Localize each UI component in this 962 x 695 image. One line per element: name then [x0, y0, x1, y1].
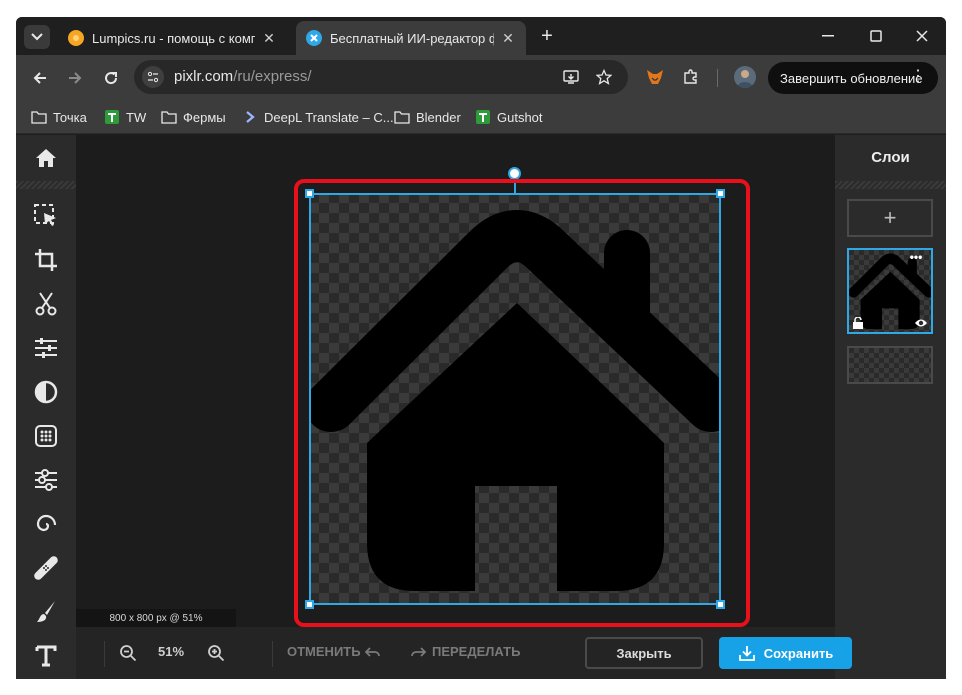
tab-search-button[interactable]: [24, 25, 50, 49]
zoom-out-icon[interactable]: [118, 643, 138, 663]
deepl-icon: [242, 109, 258, 125]
eye-icon[interactable]: [914, 317, 928, 329]
finish-update-label: Завершить обновление: [780, 70, 923, 86]
zoom-level: 51%: [158, 644, 185, 659]
tab-close-icon[interactable]: ✕: [500, 30, 516, 47]
metamask-fox-icon[interactable]: [645, 67, 665, 87]
layer-item-house[interactable]: •••: [847, 248, 933, 334]
undo-arrow-icon: [364, 646, 380, 657]
finish-update-button[interactable]: Завершить обновление ⋮: [768, 62, 938, 94]
layers-title: Слои: [871, 149, 910, 166]
tab-pixlr[interactable]: Бесплатный ИИ-редактор фото ✕: [296, 21, 526, 55]
brush-icon[interactable]: [31, 597, 61, 627]
url-path: /ru/express/: [233, 68, 312, 85]
folder-icon: [31, 109, 47, 125]
layer-item-empty[interactable]: [847, 346, 933, 384]
text-icon[interactable]: [31, 641, 61, 671]
bottom-bar: 51% ОТМЕНИТЬ ПЕРЕДЕЛАТЬ Закрыть Сохранит…: [76, 627, 852, 679]
bookmark-tw[interactable]: TW: [104, 108, 146, 126]
contrast-icon[interactable]: [31, 377, 61, 407]
bookmarks-bar: Точка TW Фермы DeepL Translate – С... Bl…: [16, 100, 946, 134]
url-host: pixlr.com: [174, 68, 234, 85]
canvas-workspace[interactable]: [76, 135, 895, 627]
chevron-down-icon: [31, 33, 43, 41]
browser-window: Lumpics.ru - помощь с компьютером ✕ Бесп…: [16, 17, 946, 679]
pixlr-editor: 800 x 800 px @ 51% Слои + ••• 51% ОТМЕНИ…: [16, 135, 946, 679]
close-button[interactable]: Закрыть: [585, 637, 703, 669]
crop-icon[interactable]: [31, 245, 61, 275]
effects-icon[interactable]: [31, 465, 61, 495]
url-text: pixlr.com/ru/express/: [174, 68, 312, 85]
bookmark-label: DeepL Translate – С...: [264, 109, 394, 125]
heal-bandage-icon[interactable]: [31, 553, 61, 583]
divider: [104, 641, 105, 667]
undo-button[interactable]: ОТМЕНИТЬ: [287, 644, 381, 659]
layer-menu-icon[interactable]: •••: [905, 251, 927, 266]
red-highlight-frame: [294, 179, 750, 627]
reload-icon[interactable]: [99, 66, 123, 90]
extensions-puzzle-icon[interactable]: [681, 67, 701, 87]
liquify-swirl-icon[interactable]: [31, 509, 61, 539]
browser-menu-icon[interactable]: ⋮: [910, 68, 926, 86]
separator: [16, 181, 76, 189]
canvas-size-status: 800 x 800 px @ 51%: [76, 609, 236, 627]
minimize-icon[interactable]: [813, 25, 843, 47]
bookmark-gutshot[interactable]: Gutshot: [475, 108, 543, 126]
layers-panel: Слои + •••: [835, 135, 946, 679]
redo-arrow-icon: [411, 646, 426, 657]
back-arrow-icon[interactable]: [28, 66, 52, 90]
close-window-icon[interactable]: [907, 25, 937, 47]
folder-icon: [394, 109, 410, 125]
filter-dots-icon[interactable]: [31, 421, 61, 451]
tab-close-icon[interactable]: ✕: [261, 30, 277, 47]
address-bar[interactable]: pixlr.com/ru/express/: [134, 60, 628, 94]
profile-avatar[interactable]: [734, 66, 756, 88]
site-info-icon[interactable]: [142, 66, 164, 88]
bookmark-label: Gutshot: [497, 109, 543, 125]
bookmark-deepl[interactable]: DeepL Translate – С...: [242, 108, 394, 126]
bookmark-star-icon[interactable]: [595, 68, 613, 86]
browser-toolbar: pixlr.com/ru/express/ Завершить обновлен…: [16, 55, 946, 100]
bookmark-tochka[interactable]: Точка: [31, 108, 87, 126]
bookmark-blender[interactable]: Blender: [394, 108, 461, 126]
redo-button[interactable]: ПЕРЕДЕЛАТЬ: [410, 644, 520, 659]
home-icon[interactable]: [31, 143, 61, 173]
tab-title: Lumpics.ru - помощь с компьютером: [92, 30, 255, 46]
lock-icon[interactable]: [852, 317, 864, 329]
green-bookmark-icon: [475, 109, 491, 125]
tab-strip: Lumpics.ru - помощь с компьютером ✕ Бесп…: [16, 17, 946, 55]
folder-icon: [161, 109, 177, 125]
bookmark-label: Фермы: [183, 109, 226, 125]
scissors-icon[interactable]: [31, 289, 61, 319]
bookmark-label: TW: [126, 109, 147, 125]
lumpics-favicon-icon: [68, 30, 84, 46]
close-label: Закрыть: [616, 645, 672, 661]
undo-label: ОТМЕНИТЬ: [287, 644, 361, 659]
forward-arrow-icon[interactable]: [63, 66, 87, 90]
divider: [272, 641, 273, 667]
save-button[interactable]: Сохранить: [719, 637, 852, 669]
adjust-sliders-icon[interactable]: [31, 333, 61, 363]
save-label: Сохранить: [763, 645, 834, 661]
toolbar-divider: [717, 69, 718, 87]
select-arrow-icon[interactable]: [31, 201, 61, 231]
new-tab-button[interactable]: +: [536, 26, 558, 48]
tab-title: Бесплатный ИИ-редактор фото: [330, 30, 494, 46]
pixlr-favicon-icon: [306, 30, 322, 46]
redo-label: ПЕРЕДЕЛАТЬ: [432, 644, 521, 659]
separator: [835, 181, 946, 189]
zoom-in-icon[interactable]: [206, 643, 226, 663]
tab-lumpics[interactable]: Lumpics.ru - помощь с компьютером ✕: [58, 21, 287, 55]
bookmark-label: Точка: [53, 109, 87, 125]
tool-sidebar: [16, 135, 76, 679]
add-layer-button[interactable]: +: [847, 199, 933, 237]
bookmark-fermy[interactable]: Фермы: [161, 108, 226, 126]
green-bookmark-icon: [104, 109, 120, 125]
install-app-icon[interactable]: [562, 68, 580, 86]
bookmark-label: Blender: [416, 109, 461, 125]
download-icon: [738, 646, 755, 661]
maximize-icon[interactable]: [861, 25, 891, 47]
